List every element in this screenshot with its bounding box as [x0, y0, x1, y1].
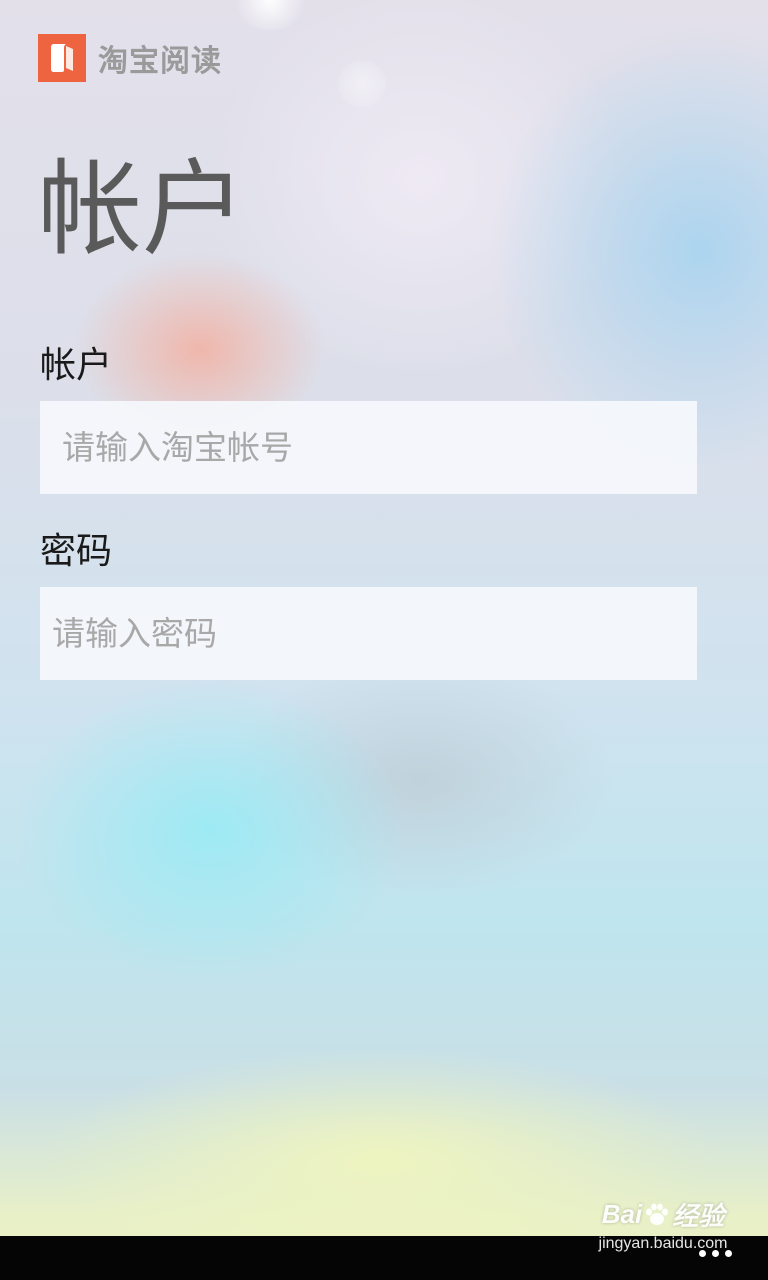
- login-screen: 淘宝阅读 帐户 帐户 密码 Bai 经验 jingyan.baidu.com: [0, 0, 768, 1280]
- app-bar: [0, 1236, 768, 1280]
- paw-icon: [646, 1203, 669, 1225]
- account-input[interactable]: [40, 401, 697, 494]
- ellipsis-dot: [712, 1250, 719, 1257]
- more-options-button[interactable]: [699, 1250, 732, 1257]
- page-title: 帐户: [38, 148, 247, 270]
- account-label: 帐户: [40, 345, 113, 386]
- app-name: 淘宝阅读: [98, 44, 222, 79]
- password-input[interactable]: [40, 587, 697, 680]
- watermark-brand-text: Bai: [601, 1199, 643, 1229]
- light-bubble: [338, 60, 386, 108]
- watermark-suffix-text: 经验: [672, 1201, 725, 1231]
- app-brand: 淘宝阅读: [38, 33, 222, 83]
- baidu-logo: Bai 经验: [588, 1196, 738, 1233]
- open-book-icon: [38, 34, 86, 82]
- password-label: 密码: [40, 531, 113, 572]
- ellipsis-icon: [699, 1250, 706, 1257]
- ellipsis-dot: [725, 1250, 732, 1257]
- light-flare: [230, 0, 310, 30]
